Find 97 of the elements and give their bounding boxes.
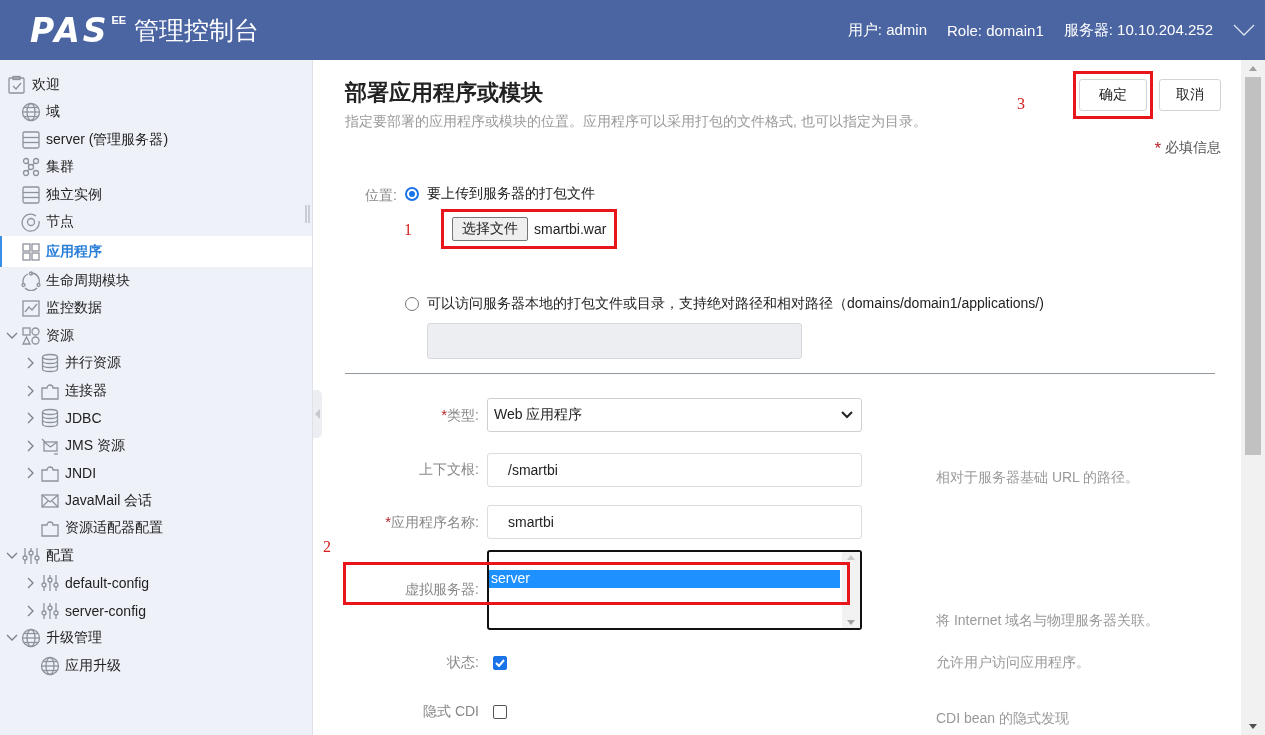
sidebar-item[interactable]: JNDI [65, 465, 97, 482]
triangle-left-icon [315, 409, 320, 419]
chevron-right-icon[interactable] [26, 467, 35, 480]
radio-button[interactable] [405, 187, 419, 201]
checkmark-icon [495, 659, 505, 667]
sidebar-item[interactable]: 独立实例 [46, 185, 102, 204]
chevron-right-icon[interactable] [26, 412, 35, 425]
chevron-right-icon[interactable] [26, 357, 35, 370]
sliders-icon [40, 600, 60, 621]
chevron-down-icon [841, 411, 853, 419]
sidebar-item[interactable]: 生命周期模块 [46, 271, 130, 290]
splitter-handle-icon[interactable] [305, 205, 310, 223]
chevron-right-icon[interactable] [26, 604, 35, 617]
radio-label: 可以访问服务器本地的打包文件或目录，支持绝对路径和相对路径（domains/domain1/applications/) [427, 295, 1044, 313]
scroll-up-icon [1249, 66, 1257, 71]
required-mark: * [441, 405, 448, 423]
radio-label: 要上传到服务器的打包文件 [427, 185, 595, 203]
globe-icon [21, 102, 41, 123]
field-label: 隐式 CDI [423, 703, 479, 719]
field-hint: 将 Internet 域名与物理服务器关联。 [935, 612, 1161, 630]
database-icon [40, 408, 60, 429]
sidebar-item[interactable]: 集群 [46, 158, 74, 177]
field-label: 状态: [447, 654, 479, 670]
text-input-field[interactable]: /smartbi [487, 453, 862, 487]
required-note: 必填信息 [1165, 139, 1221, 157]
field-hint: 相对于服务器基础 URL 的路径。 [935, 469, 1141, 487]
sidebar-item[interactable]: 应用升级 [65, 656, 121, 675]
choose-file-button[interactable]: 选择文件 [452, 217, 528, 241]
sidebar-item[interactable]: 配置 [46, 546, 74, 565]
cycle-icon [21, 270, 41, 291]
sidebar-item[interactable]: 升级管理 [46, 629, 102, 648]
field-label: 类型: [447, 406, 479, 423]
sidebar-item[interactable]: 资源 [46, 326, 74, 345]
location-label: 位置: [364, 186, 398, 205]
required-mark: * [1154, 139, 1161, 159]
edition-label: EE [111, 14, 127, 26]
sidebar-item[interactable]: 并行资源 [65, 354, 121, 373]
cancel-button[interactable]: 取消 [1159, 79, 1221, 111]
page-title: 部署应用程序或模块 [345, 79, 543, 107]
field-hint: 允许用户访问应用程序。 [935, 654, 1091, 672]
logo-text: PAS [30, 10, 110, 50]
server-icon [21, 184, 41, 205]
file-name: smartbi.war [534, 221, 607, 237]
chart-icon [21, 298, 41, 319]
grid-icon [21, 241, 41, 262]
sliders-icon [21, 545, 41, 566]
sidebar-item[interactable]: 域 [46, 103, 60, 122]
target-icon [21, 212, 41, 233]
field-label: 上下文根: [419, 461, 479, 477]
sidebar-item[interactable]: 连接器 [65, 381, 107, 400]
sidebar-item[interactable]: JavaMail 会话 [65, 491, 153, 510]
cluster-icon [21, 157, 41, 178]
role-label: Role: domain1 [947, 21, 1044, 39]
globe-icon [40, 655, 60, 676]
field-hint: CDI bean 的隐式发现 [935, 710, 1071, 728]
required-mark: * [385, 512, 392, 530]
sidebar-item[interactable]: 欢迎 [32, 75, 60, 94]
page-description: 指定要部署的应用程序或模块的位置。应用程序可以采用打包的文件格式, 也可以指定为目录。 [345, 113, 928, 131]
sidebar-item[interactable]: 资源适配器配置 [65, 519, 163, 538]
annotation-number: 1 [404, 221, 412, 239]
clipboard-icon [7, 74, 27, 95]
sidebar-item[interactable]: JDBC [65, 410, 102, 427]
app-title: 管理控制台 [134, 14, 260, 46]
chevron-down-icon[interactable] [5, 634, 18, 643]
chevron-right-icon[interactable] [26, 577, 35, 590]
scroll-up-icon [847, 555, 855, 560]
field-label: 应用程序名称: [391, 513, 479, 530]
sidebar-item[interactable]: JMS 资源 [65, 436, 125, 455]
scrollbar[interactable] [1241, 60, 1265, 735]
scrollbar-thumb[interactable] [1245, 77, 1261, 455]
server-label: 服务器: 10.10.204.252 [1063, 20, 1213, 40]
checkbox[interactable] [493, 656, 507, 670]
shapes-icon [21, 325, 41, 346]
globe-icon [21, 628, 41, 649]
sliders-icon [40, 573, 60, 594]
chevron-right-icon[interactable] [26, 439, 35, 452]
chevron-down-icon[interactable] [5, 551, 18, 560]
scroll-down-icon [1249, 724, 1257, 729]
server-icon [21, 129, 41, 150]
database-icon [40, 353, 60, 374]
chevron-down-icon[interactable] [5, 331, 18, 340]
annotation-number: 3 [1017, 95, 1025, 113]
sidebar-item[interactable]: default-config [65, 575, 150, 592]
sidebar-item[interactable]: 应用程序 [46, 242, 102, 261]
scroll-down-icon [847, 620, 855, 625]
user-label: 用户: admin [847, 20, 927, 40]
type-dropdown[interactable]: Web 应用程序 [487, 398, 862, 432]
text-input-field[interactable]: smartbi [487, 505, 862, 539]
chevron-right-icon[interactable] [26, 384, 35, 397]
sidebar-item[interactable]: server (管理服务器) [46, 130, 169, 149]
ok-button[interactable]: 确定 [1079, 79, 1147, 111]
sidebar-item[interactable]: 监控数据 [46, 299, 102, 318]
field-label: 虚拟服务器: [405, 581, 479, 597]
checkbox[interactable] [493, 705, 507, 719]
sidebar-item[interactable]: server-config [65, 602, 146, 619]
sidebar-item[interactable]: 节点 [46, 213, 74, 232]
annotation-number: 2 [323, 538, 331, 556]
